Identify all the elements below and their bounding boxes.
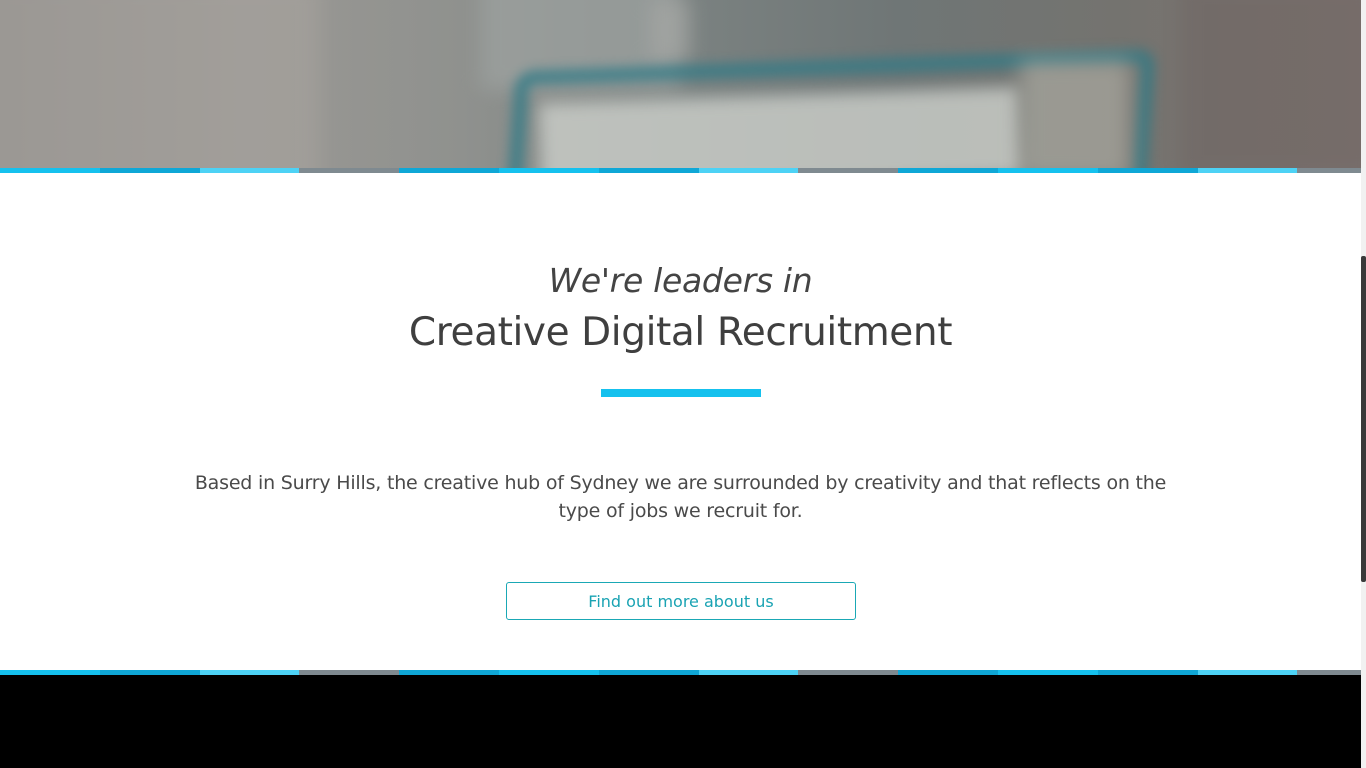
section-headline: Creative Digital Recruitment xyxy=(408,310,953,355)
scrollbar-thumb[interactable] xyxy=(1361,256,1366,582)
section-eyebrow: We're leaders in xyxy=(548,261,813,300)
hero-blur-shape xyxy=(1180,0,1361,168)
hero-blur-shape xyxy=(1020,60,1130,168)
page: We're leaders in Creative Digital Recrui… xyxy=(0,0,1366,768)
accent-rule xyxy=(601,389,761,397)
footer xyxy=(0,675,1361,768)
page-content: We're leaders in Creative Digital Recrui… xyxy=(0,0,1366,768)
hero-blur-shape xyxy=(650,0,690,60)
hero-background-image xyxy=(0,0,1361,168)
find-out-more-button[interactable]: Find out more about us xyxy=(506,582,856,620)
section-body-text: Based in Surry Hills, the creative hub o… xyxy=(194,472,1167,522)
hero-blur-shape xyxy=(0,0,320,168)
about-section: We're leaders in Creative Digital Recrui… xyxy=(0,173,1361,670)
page-scrollbar[interactable] xyxy=(1361,0,1366,768)
